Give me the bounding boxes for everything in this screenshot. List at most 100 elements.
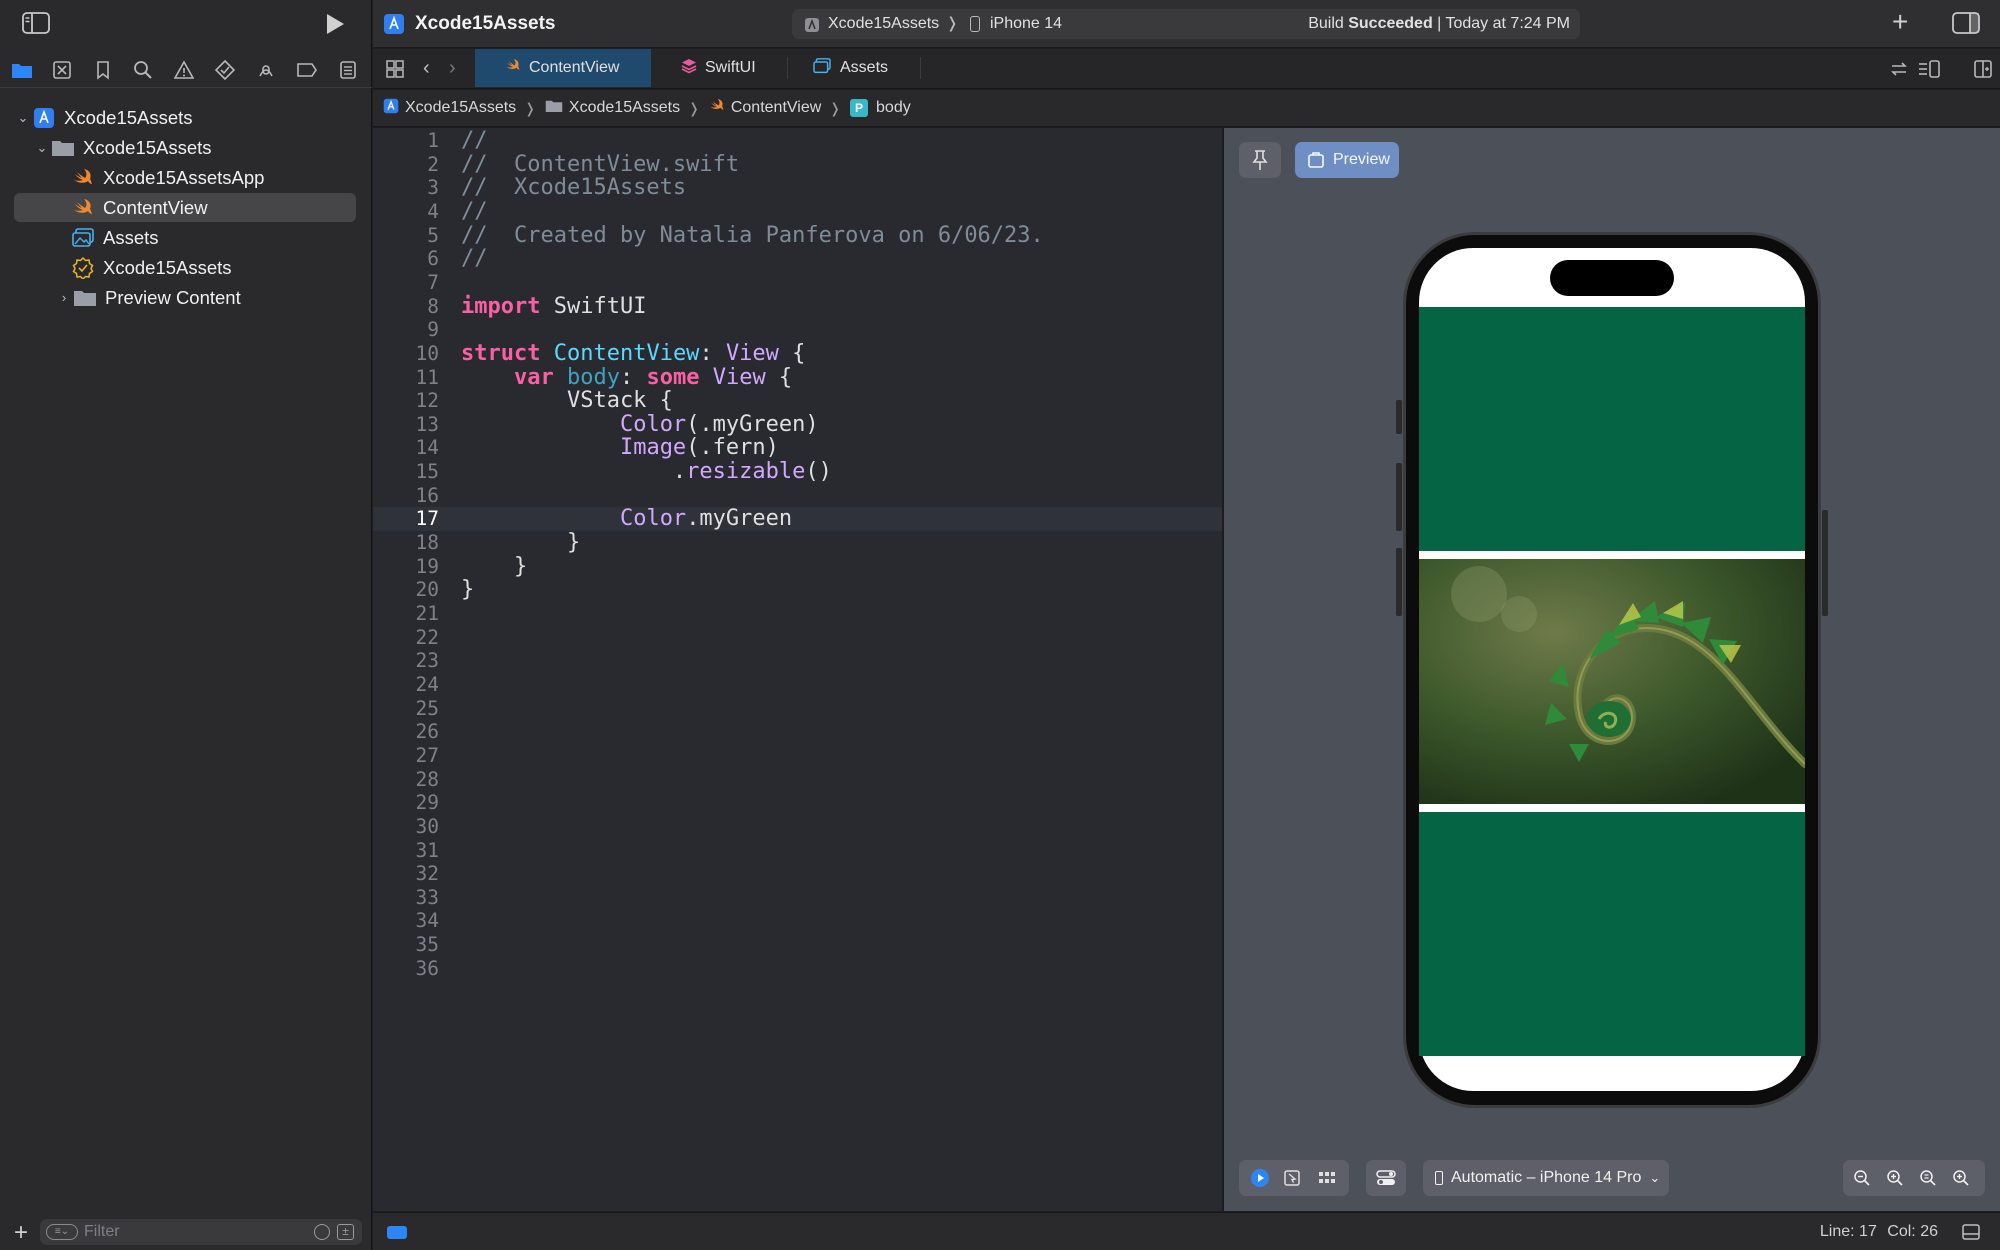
tree-item-group[interactable]: ⌄ Xcode15Assets [33, 133, 356, 162]
source-control-navigator-icon[interactable] [50, 58, 74, 82]
selectable-mode-icon[interactable] [1283, 1169, 1301, 1187]
tree-item-contentview[interactable]: ContentView [14, 193, 356, 222]
back-arrow-icon[interactable]: ‹ [423, 57, 430, 80]
breadcrumb-item-project[interactable]: Xcode15Assets ❭ [383, 98, 545, 119]
bookmark-navigator-icon[interactable] [91, 58, 115, 82]
code-line[interactable]: 25 [373, 697, 1222, 721]
tree-item-app-file[interactable]: Xcode15AssetsApp [71, 163, 356, 192]
line-number: 20 [415, 578, 439, 602]
code-line[interactable]: 16 [373, 484, 1222, 508]
tab-label: SwiftUI [705, 59, 756, 76]
report-navigator-icon[interactable] [336, 58, 360, 82]
zoom-in-icon[interactable] [1952, 1169, 1970, 1192]
code-line[interactable]: 14 Image(.fern) [373, 436, 1222, 460]
code-line[interactable]: 10 struct ContentView: View { [373, 342, 1222, 366]
zoom-to-fit-icon[interactable] [1919, 1169, 1937, 1192]
code-line[interactable]: 33 [373, 886, 1222, 910]
code-line[interactable]: 28 [373, 768, 1222, 792]
code-line[interactable]: 6 // [373, 247, 1222, 271]
swap-arrows-icon[interactable] [1889, 59, 1909, 79]
recent-files-icon[interactable] [314, 1224, 330, 1240]
code-line[interactable]: 23 [373, 649, 1222, 673]
code-line[interactable]: 34 [373, 909, 1222, 933]
live-preview-icon[interactable] [1251, 1169, 1269, 1187]
filter-options-icon[interactable]: ≡⌄ [46, 1224, 78, 1240]
code-line[interactable]: 20} [373, 578, 1222, 602]
run-button[interactable] [324, 12, 346, 36]
zoom-out-icon[interactable] [1853, 1169, 1871, 1192]
code-line[interactable]: 27 [373, 744, 1222, 768]
breakpoint-navigator-icon[interactable] [295, 58, 319, 82]
console-toggle-icon[interactable] [1962, 1224, 1980, 1240]
code-line[interactable]: 36 [373, 957, 1222, 981]
toggles-icon [1376, 1170, 1396, 1185]
code-line[interactable]: 31 [373, 839, 1222, 863]
code-line[interactable]: 17 Color.myGreen [373, 507, 1222, 532]
preview-color-bottom[interactable] [1419, 812, 1805, 1056]
code-line[interactable]: 21 [373, 602, 1222, 626]
split-editor-icon[interactable] [1973, 59, 1993, 79]
chevron-right-icon[interactable]: › [55, 289, 73, 307]
chevron-down-icon[interactable]: ⌄ [33, 139, 51, 157]
code-line[interactable]: 32 [373, 862, 1222, 886]
code-line[interactable]: 1 // [373, 129, 1222, 153]
breadcrumb-item-symbol[interactable]: P body [850, 99, 911, 117]
preview-mode-button[interactable]: Preview [1295, 142, 1399, 178]
breadcrumb-item-file[interactable]: ContentView ❭ [709, 98, 850, 118]
code-line[interactable]: 9 [373, 318, 1222, 342]
tree-item-entitlements[interactable]: Xcode15Assets [71, 253, 356, 282]
tab-swiftui[interactable]: SwiftUI [651, 49, 787, 87]
code-line[interactable]: 2 // ContentView.swift [373, 152, 1222, 177]
inspector-toggle-icon[interactable] [1952, 12, 1980, 34]
forward-arrow-icon[interactable]: › [449, 57, 456, 80]
preview-device-menu[interactable]: Automatic – iPhone 14 Pro ⌄ [1423, 1160, 1669, 1196]
library-add-icon[interactable]: + [1892, 8, 1908, 36]
find-navigator-icon[interactable] [131, 58, 155, 82]
code-line[interactable]: 24 [373, 673, 1222, 697]
preview-fern-image[interactable] [1419, 559, 1805, 804]
debug-navigator-icon[interactable] [254, 58, 278, 82]
chevron-down-icon[interactable]: ⌄ [14, 109, 32, 127]
code-line[interactable]: 3 // Xcode15Assets [373, 176, 1222, 200]
breadcrumb-item-group[interactable]: Xcode15Assets ❭ [545, 99, 709, 118]
code-line[interactable]: 13 Color(.myGreen) [373, 412, 1222, 437]
variants-grid-icon[interactable] [1317, 1169, 1337, 1187]
source-control-filter-icon[interactable]: ± [337, 1224, 354, 1240]
related-items-grid-icon[interactable] [385, 59, 405, 79]
preview-mode-controls [1239, 1160, 1349, 1196]
pin-preview-button[interactable] [1239, 142, 1281, 178]
source-editor[interactable]: 1 // 2 // ContentView.swift 3 // Xcode15Asset… [373, 128, 1222, 1211]
code-line[interactable]: 7 [373, 271, 1222, 295]
filter-field[interactable]: ≡⌄ Filter ± [40, 1219, 362, 1245]
code-line[interactable]: 35 [373, 933, 1222, 957]
code-line[interactable]: 12 VStack { [373, 389, 1222, 413]
zoom-to-100-icon[interactable] [1886, 1169, 1904, 1192]
code-line[interactable]: 11 var body: some View { [373, 365, 1222, 390]
editor-options-icon[interactable] [1917, 59, 1941, 79]
tree-item-preview-content[interactable]: › Preview Content [55, 283, 356, 312]
tree-item-project[interactable]: ⌄ Xcode15Assets [14, 103, 356, 132]
code-line[interactable]: 18 } [373, 531, 1222, 555]
code-line[interactable]: 26 [373, 720, 1222, 744]
add-icon[interactable]: + [14, 1221, 28, 1245]
tree-item-assets[interactable]: Assets [71, 223, 356, 252]
tab-assets[interactable]: Assets [788, 49, 920, 87]
test-navigator-icon[interactable] [213, 58, 237, 82]
code-line[interactable]: 4 // [373, 200, 1222, 224]
code-line[interactable]: 29 [373, 791, 1222, 815]
code-line[interactable]: 5 // Created by Natalia Panferova on 6/06… [373, 223, 1222, 248]
sidebar-toggle-icon[interactable] [22, 12, 50, 34]
tab-contentview[interactable]: ContentView [475, 49, 651, 87]
code-line[interactable]: 30 [373, 815, 1222, 839]
debug-area-toggle-icon[interactable] [387, 1226, 407, 1239]
code-line[interactable]: 15 .resizable() [373, 460, 1222, 484]
scheme-selector[interactable]: Xcode15Assets [828, 15, 939, 33]
code-line[interactable]: 8 import SwiftUI [373, 294, 1222, 319]
issue-navigator-icon[interactable] [172, 58, 196, 82]
destination-selector[interactable]: iPhone 14 [990, 15, 1062, 33]
code-line[interactable]: 19 } [373, 554, 1222, 579]
project-navigator-icon[interactable] [10, 58, 34, 82]
code-line[interactable]: 22 [373, 626, 1222, 650]
device-settings-button[interactable] [1366, 1160, 1406, 1196]
preview-color-top[interactable] [1419, 307, 1805, 551]
